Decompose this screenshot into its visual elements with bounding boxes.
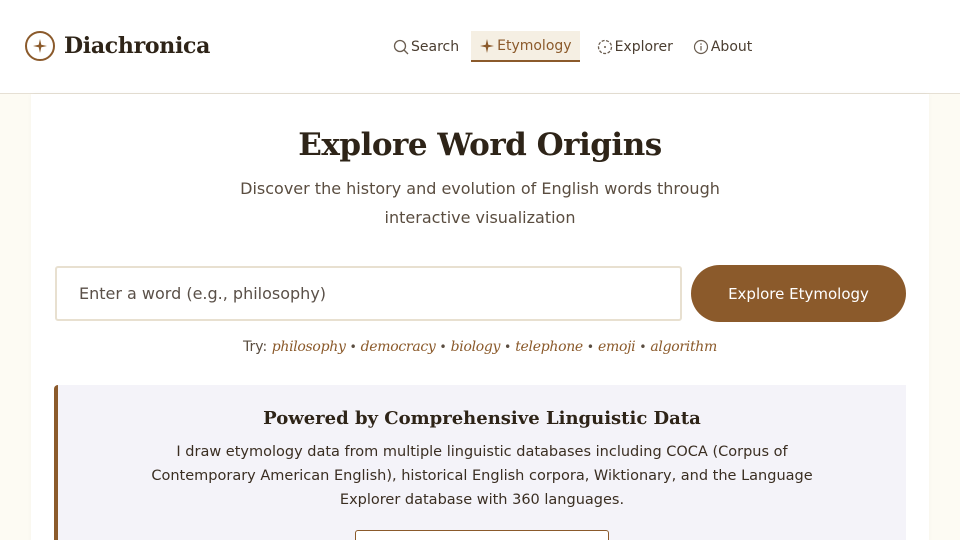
info-icon (693, 39, 709, 55)
data-sources-title: Powered by Comprehensive Linguistic Data (263, 408, 701, 429)
sparkle-icon (479, 38, 495, 54)
word-search-input[interactable] (55, 266, 682, 321)
data-sources-description: I draw etymology data from multiple ling… (151, 444, 813, 508)
site-header: Diachronica Search Etymology Explorer Ab… (0, 0, 960, 94)
compass-icon (597, 39, 613, 55)
nav-item-etymology[interactable]: Etymology (471, 31, 580, 62)
suggestion-row: Try: philosophy • democracy • biology • teleph… (0, 339, 960, 355)
separator-dot: • (504, 340, 512, 354)
brand-logo[interactable]: Diachronica (25, 31, 210, 61)
suggestion-link[interactable]: algorithm (650, 339, 717, 355)
nav-item-about[interactable]: About (685, 31, 760, 62)
brand-star-icon (25, 31, 55, 61)
search-icon (393, 39, 409, 55)
nav-item-label: Etymology (497, 37, 572, 54)
suggestion-link[interactable]: philosophy (272, 339, 346, 355)
suggestion-link[interactable]: biology (451, 339, 501, 355)
data-sources-button[interactable] (355, 530, 609, 540)
separator-dot: • (439, 340, 447, 354)
main-nav: Search Etymology Explorer About (385, 31, 760, 62)
page-title: Explore Word Origins (298, 127, 662, 163)
separator-dot: • (586, 340, 594, 354)
separator-dot: • (349, 340, 357, 354)
explore-etymology-button[interactable]: Explore Etymology (691, 265, 906, 322)
nav-item-label: About (710, 38, 753, 55)
page-subtitle: Discover the history and evolution of En… (240, 179, 720, 227)
separator-dot: • (639, 340, 647, 354)
nav-item-search[interactable]: Search (385, 31, 467, 62)
suggestion-link[interactable]: telephone (515, 339, 583, 355)
suggestion-link[interactable]: emoji (598, 339, 636, 355)
brand-name: Diachronica (64, 33, 211, 59)
nav-item-label: Explorer (614, 38, 673, 55)
suggestion-label: Try: (243, 339, 268, 355)
suggestion-link[interactable]: democracy (361, 339, 436, 355)
nav-item-label: Search (411, 38, 460, 55)
nav-item-explorer[interactable]: Explorer (589, 31, 681, 62)
